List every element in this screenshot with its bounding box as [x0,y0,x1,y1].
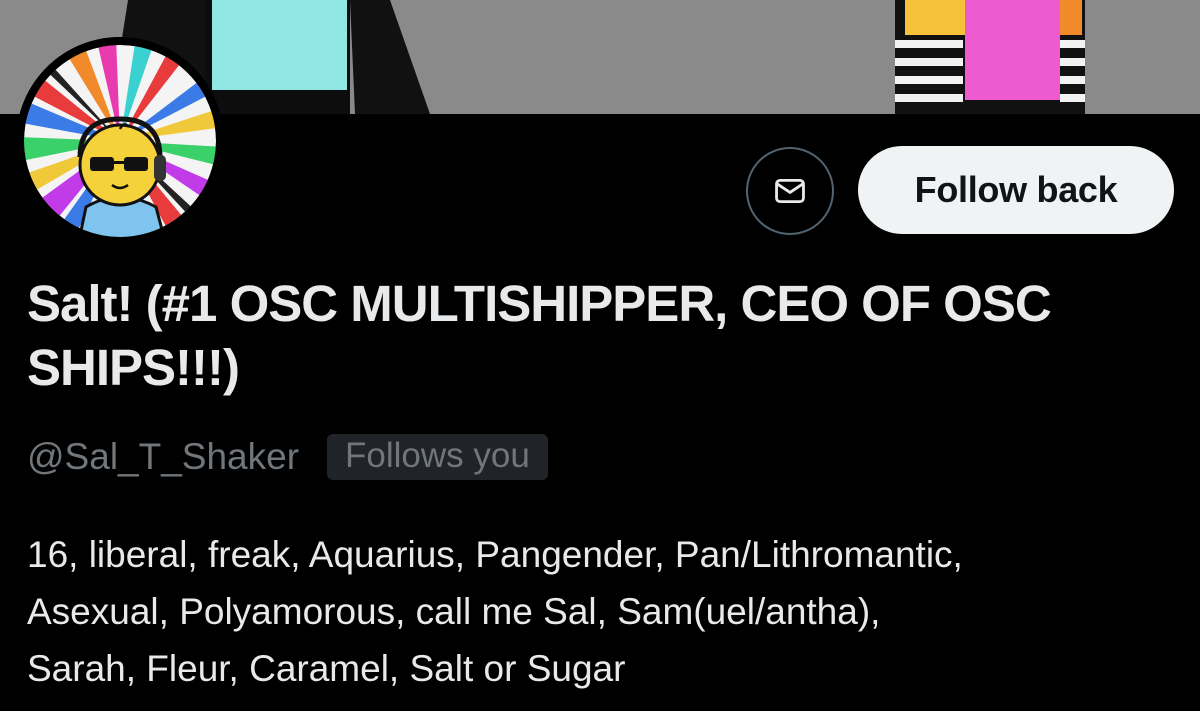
profile-avatar[interactable] [16,37,224,245]
message-button[interactable] [746,147,834,235]
envelope-icon [775,178,805,204]
display-name: Salt! (#1 OSC MULTISHIPPER, CEO OF OSC S… [27,275,1052,396]
profile-bio: 16, liberal, freak, Aquarius, Pangender,… [27,534,963,689]
profile-page: Follow back Salt! (#1 OSC MULTISHIPPER, … [0,0,1200,711]
user-handle: @Sal_T_Shaker [27,436,300,477]
follows-you-badge: Follows you [327,434,548,480]
avatar-artwork [16,37,224,245]
handle-row: @Sal_T_Shaker Follows you [27,432,548,482]
follow-back-button[interactable]: Follow back [858,146,1174,234]
